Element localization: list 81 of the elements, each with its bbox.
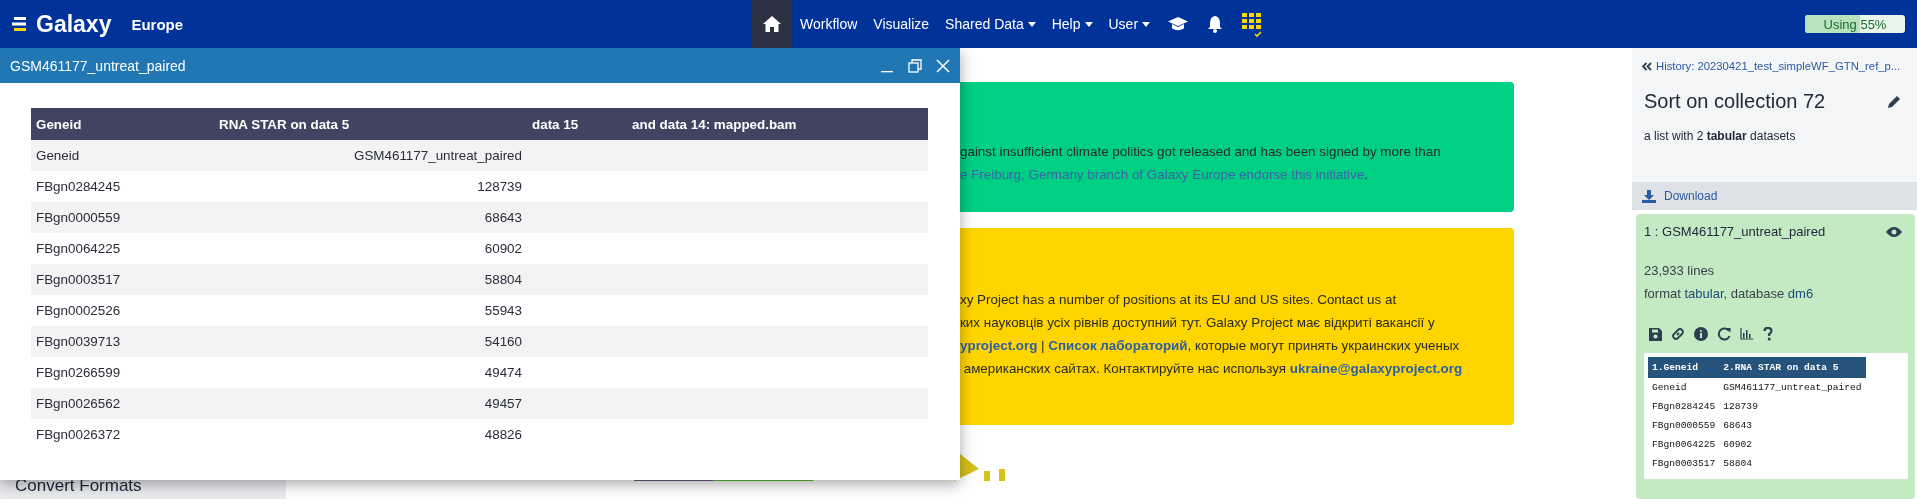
notice-link[interactable]: ukraine@galaxyproject.org <box>1289 361 1463 376</box>
peek-cell: GSM461177_untreat_paired <box>1719 378 1866 397</box>
restore-icon[interactable] <box>908 58 922 73</box>
column-header: data 15 <box>531 116 580 132</box>
help-icon[interactable] <box>1763 327 1773 341</box>
table-cell-text: 49457 <box>483 396 523 411</box>
notice-link[interactable]: yproject.org <box>960 338 1038 353</box>
brand-name[interactable]: Galaxy <box>36 10 112 38</box>
collection-title: Sort on collection 72 <box>1644 90 1826 113</box>
peek-cell-text: 58804 <box>1722 457 1754 471</box>
history-link[interactable]: History: 20230421_test_simpleWF_GTN_ref_p... <box>1642 60 1913 72</box>
eye-icon[interactable] <box>1886 225 1902 238</box>
table-cell-text: FBgn0039713 <box>35 334 122 349</box>
peek-cell-text: 128739 <box>1722 400 1759 414</box>
table-cell-text: FBgn0026562 <box>35 396 122 411</box>
quota-label: Using 55% <box>1823 16 1887 32</box>
brand-subtitle: Europe <box>131 15 184 33</box>
peek-column-header: 2.RNA STAR on data 5 <box>1719 357 1866 378</box>
double-chevron-icon <box>1642 61 1652 71</box>
column-header: Geneid <box>35 116 83 132</box>
peek-cell-text: FBgn0000559 <box>1651 419 1717 433</box>
nav-link[interactable]: Workflow <box>792 0 866 48</box>
notice-text: ких науковців усіх рівнів доступний тут. Galaxy Project має відкриті вакансії у <box>960 315 1435 330</box>
table-cell-text: 55943 <box>483 303 523 318</box>
peek-column-header: 1.Geneid <box>1648 357 1720 378</box>
column-header: RNA STAR on data 5 <box>218 116 351 132</box>
notice-link[interactable]: Список лабораторий <box>1048 338 1188 353</box>
tool-section[interactable]: Convert Formats <box>15 476 142 496</box>
notice-text: . <box>1364 167 1368 182</box>
table-cell-text: 68643 <box>483 210 523 225</box>
close-icon[interactable] <box>936 58 950 73</box>
table-cell-text: FBgn0266599 <box>35 365 122 380</box>
peek-cell-text: FBgn0284245 <box>1651 400 1717 414</box>
peek-cell: Geneid <box>1648 378 1720 397</box>
table-cell-text: FBgn0064225 <box>35 241 122 256</box>
notice-text: американских сайтах. Контактируйте нас используя <box>962 361 1288 376</box>
dataset-name[interactable]: 1 : GSM461177_untreat_paired <box>1644 224 1826 239</box>
peek-cell-text: 68643 <box>1722 419 1754 433</box>
home-button[interactable] <box>752 0 792 48</box>
dataset-lines: 23,933 lines <box>1644 263 1716 278</box>
window-title: GSM461177_untreat_paired <box>10 57 186 74</box>
home-icon <box>762 15 782 33</box>
apps-grid-icon <box>1241 10 1264 38</box>
notice-text: | <box>1040 338 1046 353</box>
download-button[interactable]: Download <box>1632 182 1917 210</box>
table-cell-text: 60902 <box>483 241 523 256</box>
nav-menu[interactable]: User <box>1100 0 1159 48</box>
peek-cell-text: 60902 <box>1722 438 1754 452</box>
table-cell-text: 48826 <box>483 427 523 442</box>
peek-cell-text: FBgn0064225 <box>1651 438 1717 452</box>
collection-summary: a list with 2 tabular datasets <box>1643 129 1797 143</box>
table-cell-text: FBgn0000559 <box>35 210 122 225</box>
peek-cell-text: FBgn0003517 <box>1651 457 1717 471</box>
dataset-format: format tabular, database dm6 <box>1644 286 1815 301</box>
table-cell-text: GSM461177_untreat_paired <box>353 148 523 163</box>
info-icon[interactable] <box>1694 327 1708 341</box>
bell-icon <box>1207 15 1224 33</box>
graduation-cap-icon <box>1167 16 1190 32</box>
table-cell-text: FBgn0026372 <box>35 427 122 442</box>
table-cell-text: 54160 <box>483 334 523 349</box>
notice-text: gainst insufficient climate politics got released and has been signed by more than <box>960 144 1441 159</box>
download-icon <box>1642 189 1656 203</box>
table-cell-text: FBgn0284245 <box>35 179 122 194</box>
redo-icon[interactable] <box>1717 327 1731 341</box>
notice-text: , которые могут принять украинских ученых <box>1187 338 1460 353</box>
quota-meter[interactable]: Using 55% <box>1805 15 1905 33</box>
table-cell-text: 49474 <box>483 365 523 380</box>
nav-menu[interactable]: Shared Data <box>937 0 1044 48</box>
notice-text: xy Project has a number of positions at its EU and US sites. Contact us at <box>960 292 1397 307</box>
chart-icon[interactable] <box>1740 328 1754 340</box>
table-cell-text: 58804 <box>483 272 523 287</box>
nav-link[interactable]: Visualize <box>865 0 938 48</box>
link-icon[interactable] <box>1671 327 1685 341</box>
save-icon[interactable] <box>1649 327 1662 341</box>
table-cell-text: Geneid <box>35 148 81 163</box>
pencil-icon[interactable] <box>1887 94 1901 109</box>
nav-menu[interactable]: Help <box>1043 0 1101 48</box>
table-cell-text: FBgn0003517 <box>35 272 122 287</box>
table-cell-text: 128739 <box>476 179 523 194</box>
column-header: and data 14: mapped.bam <box>631 116 798 132</box>
table-cell-text: FBgn0002526 <box>35 303 122 318</box>
